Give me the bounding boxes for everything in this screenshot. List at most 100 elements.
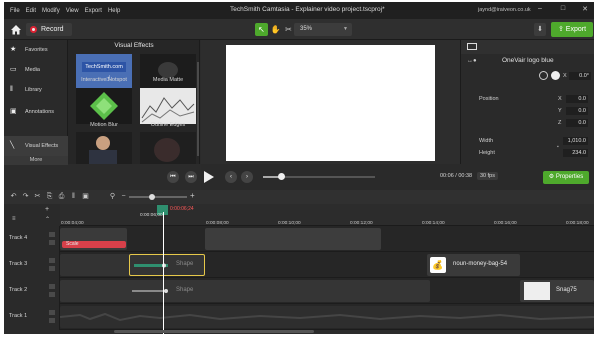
timeline-scrollbar[interactable]	[114, 330, 314, 333]
more-button[interactable]: More	[4, 156, 68, 165]
dark-shape	[154, 138, 180, 162]
close-button[interactable]: ✕	[579, 5, 591, 15]
motion-blur-thumbnail[interactable]	[76, 88, 132, 124]
sidebar-item-media[interactable]: ▭ Media	[4, 60, 68, 80]
export-icon: ⇪	[557, 26, 564, 33]
time-readout: 00:06 / 00:38	[440, 173, 473, 179]
track-name: Track 3	[9, 261, 28, 267]
home-icon[interactable]	[10, 24, 22, 35]
maximize-button[interactable]: □	[557, 5, 569, 15]
eye-icon[interactable]	[49, 240, 55, 245]
scrubber-handle[interactable]	[277, 173, 285, 180]
shape-clip[interactable]: Shape	[60, 280, 430, 302]
cut-icon[interactable]: ✂	[33, 192, 42, 201]
track-header[interactable]: Track 4	[4, 226, 60, 252]
redo-icon[interactable]: ↷	[21, 192, 30, 201]
track-name: Track 2	[9, 287, 28, 293]
zoom-search-icon[interactable]: ⚲	[108, 192, 117, 201]
lock-icon[interactable]	[49, 310, 55, 315]
lock-icon[interactable]	[49, 284, 55, 289]
lock-icon[interactable]	[49, 258, 55, 263]
menu-file[interactable]: File	[10, 8, 20, 14]
eye-icon[interactable]	[49, 266, 55, 271]
split-icon[interactable]: ‖	[69, 192, 78, 201]
eye-icon[interactable]	[49, 318, 55, 323]
previous-icon[interactable]: ‹	[225, 171, 237, 183]
pointer-tool-icon[interactable]: ↖	[255, 23, 268, 36]
timeline-ruler[interactable]: 0:00:04;00 0:00:08;00 0:00:10;00 0:00:12…	[60, 204, 594, 226]
move-arrows-icon[interactable]: ↔●	[467, 58, 477, 64]
preview-canvas[interactable]	[226, 45, 435, 161]
track-header[interactable]: Track 3	[4, 252, 60, 278]
play-icon[interactable]	[203, 170, 215, 184]
effect-thumbnail-person[interactable]	[76, 132, 132, 164]
effect-thumbnail-dark[interactable]	[140, 132, 196, 164]
position-y-field[interactable]: 0.0	[566, 107, 588, 115]
track-header[interactable]: Track 1	[4, 304, 60, 330]
account-email[interactable]: jaynd@iraiveon.co.uk	[478, 7, 531, 13]
width-field[interactable]: 1,010.0	[563, 137, 588, 145]
collapse-tracks-icon[interactable]: ⌃	[45, 216, 50, 223]
track-list-icon[interactable]: ≡	[12, 216, 16, 222]
media-matte-thumbnail[interactable]	[140, 54, 196, 90]
record-icon	[30, 26, 37, 33]
rotation-x-field[interactable]: 0.0°	[569, 72, 591, 80]
menu-help[interactable]: Help	[108, 8, 120, 14]
rotation-dial-icon[interactable]	[551, 71, 560, 80]
step-back-icon[interactable]: ⏮	[167, 171, 179, 183]
copy-icon[interactable]: ⎘	[45, 192, 54, 201]
menu-edit[interactable]: Edit	[26, 8, 36, 14]
zoom-select[interactable]: 35% ▼	[294, 23, 352, 36]
sidebar-item-favorites[interactable]: ★ Favorites	[4, 40, 68, 60]
outline-edges-thumbnail[interactable]	[140, 88, 196, 124]
clip[interactable]	[205, 228, 381, 250]
export-button[interactable]: ⇪ Export	[551, 22, 593, 37]
timeline-zoom-slider[interactable]	[129, 194, 187, 200]
effects-scrollbar[interactable]	[197, 62, 199, 156]
next-icon[interactable]: ›	[241, 171, 253, 183]
paste-icon[interactable]: ⎙	[57, 192, 66, 201]
minimize-button[interactable]: –	[534, 5, 546, 15]
lock-aspect-icon[interactable]: ▪	[557, 144, 559, 150]
clip[interactable]	[60, 254, 130, 276]
sidebar-item-annotations[interactable]: ▣ Annotations	[4, 102, 68, 122]
step-forward-icon[interactable]: ⏭	[185, 171, 197, 183]
sidebar-item-visual-effects[interactable]: ╲ Visual Effects	[4, 136, 68, 156]
position-z-field[interactable]: 0.0	[566, 119, 588, 127]
track-name: Track 4	[9, 235, 28, 241]
snag-clip[interactable]: Snag75	[520, 280, 594, 302]
height-field[interactable]: 234.0	[563, 149, 588, 157]
properties-button[interactable]: ⚙ Properties	[543, 171, 589, 184]
zoom-in-icon[interactable]: +	[190, 191, 195, 200]
noun-money-bag-clip[interactable]: 💰 noun-money-bag-54	[427, 254, 520, 276]
lock-icon[interactable]	[49, 232, 55, 237]
visual-properties-tab-icon[interactable]	[467, 43, 477, 50]
track-header[interactable]: Track 2	[4, 278, 60, 304]
download-icon[interactable]: ⬇	[534, 23, 546, 36]
undo-icon[interactable]: ↶	[9, 192, 18, 201]
snapshot-icon[interactable]: ▣	[81, 192, 90, 201]
add-track-icon[interactable]: +	[45, 206, 49, 213]
menu-view[interactable]: View	[66, 8, 79, 14]
eye-icon[interactable]	[49, 292, 55, 297]
playhead-line[interactable]	[163, 212, 164, 334]
person-head	[96, 136, 110, 150]
record-button[interactable]: Record	[26, 23, 72, 36]
shape-clip-selected[interactable]: Shape	[129, 254, 205, 276]
fps-select[interactable]: 30 fps	[477, 172, 498, 180]
rotation-icon[interactable]	[539, 71, 548, 80]
scrubber-track[interactable]	[263, 173, 375, 180]
scale-animation[interactable]: Scale	[62, 241, 126, 248]
audio-clip[interactable]	[60, 306, 594, 328]
track-3: Track 3 Shape 💰 noun-money-bag-54	[4, 252, 594, 278]
clip-label: Snag75	[556, 287, 577, 293]
menu-modify[interactable]: Modify	[42, 8, 60, 14]
pan-tool-icon[interactable]: ✋	[269, 23, 282, 36]
menu-export[interactable]: Export	[85, 8, 102, 14]
sidebar-item-library[interactable]: ‖ Library	[4, 80, 68, 100]
position-x-field[interactable]: 0.0	[566, 95, 588, 103]
gear-icon: ⚙	[548, 174, 555, 180]
timeline-zoom-handle[interactable]	[149, 194, 155, 200]
zoom-out-icon[interactable]: −	[119, 192, 128, 201]
interactive-hotspot-thumbnail[interactable]: TechSmith.com ☝	[76, 54, 132, 90]
